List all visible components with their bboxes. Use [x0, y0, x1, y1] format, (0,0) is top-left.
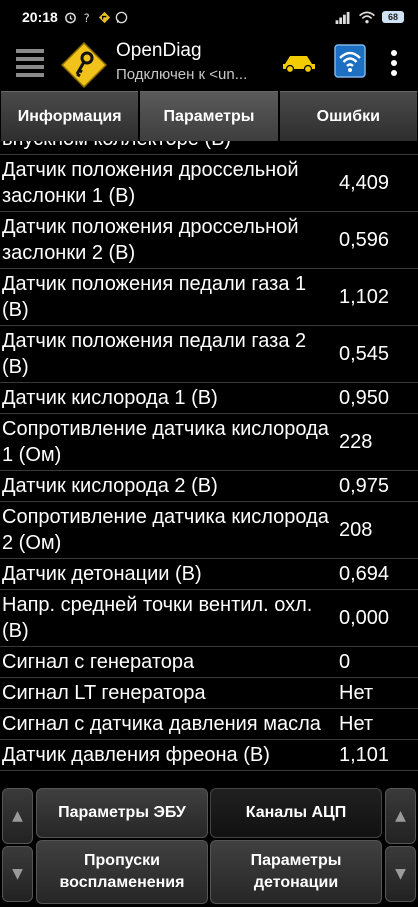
parameter-label: Напр. средней точки вентил. охл. (В) [2, 594, 313, 642]
misfires-button[interactable]: Пропуски воспламенения [36, 840, 208, 904]
parameter-value: 0,596 [339, 228, 390, 251]
list-item: Датчик положения педали газа 2 (В) 0,545 [0, 326, 418, 383]
action-bar: OpenDiag Подключен к <un... [0, 34, 418, 91]
list-item: Сопротивление датчика кислорода 2 (Ом) 20… [0, 502, 418, 559]
hamburger-menu-icon[interactable] [16, 47, 44, 77]
signal-icon [335, 11, 350, 24]
parameter-value: 228 [339, 430, 373, 453]
parameter-label: Сигнал с датчика давления масла [2, 713, 321, 735]
status-bar: 20:18 ? 68 [0, 0, 418, 34]
wifi-connection-icon[interactable] [334, 44, 366, 78]
list-item: Датчик положения дроссельной заслонки 2 … [0, 212, 418, 269]
list-item: Датчик детонации (В) 0,694 [0, 559, 418, 590]
svg-text:?: ? [84, 12, 90, 24]
scroll-down-arrow-icon[interactable]: ▼ [2, 846, 33, 902]
parameter-label: Датчик детонации (В) [2, 563, 202, 585]
parameter-value: 0 [339, 650, 351, 673]
parameter-label: впускном коллекторе (В) [0, 141, 332, 152]
alarm-icon [64, 12, 76, 23]
parameter-value: 0,545 [339, 342, 390, 365]
scroll-down-arrow-right-icon[interactable]: ▼ [385, 846, 416, 902]
app-title: OpenDiag [116, 40, 202, 61]
parameter-value: 0,975 [339, 474, 390, 497]
parameter-label: Датчик положения педали газа 2 (В) [2, 330, 307, 378]
parameter-list[interactable]: впускном коллекторе (В) Датчик положения… [0, 141, 418, 784]
list-item: Датчик положения педали газа 1 (В) 1,102 [0, 269, 418, 326]
parameter-value: 1,101 [339, 743, 390, 766]
list-item: впускном коллекторе (В) [0, 141, 418, 155]
car-icon[interactable] [281, 52, 317, 74]
tab-bar: Информация Параметры Ошибки [0, 91, 418, 141]
app-logo-icon [60, 41, 108, 89]
question-icon: ? [84, 12, 90, 24]
parameter-value: 208 [339, 518, 373, 541]
list-item: Сигнал с генератора 0 [0, 647, 418, 678]
bottom-panel: ▲ Параметры ЭБУ Каналы АЦП ▲ ▼ Пропуски … [0, 784, 418, 907]
scroll-up-arrow-right-icon[interactable]: ▲ [385, 788, 416, 844]
status-time: 20:18 [22, 9, 58, 25]
list-item: Датчик давления фреона (В) 1,101 [0, 740, 418, 771]
overflow-menu-icon[interactable] [390, 49, 398, 77]
connection-status: Подключен к <un... [116, 66, 248, 83]
parameter-label: Сигнал LT генератора [2, 682, 206, 704]
parameter-label: Датчик положения дроссельной заслонки 1 … [2, 159, 299, 207]
parameter-label: Датчик положения дроссельной заслонки 2 … [2, 216, 299, 264]
list-item: Напр. средней точки вентил. охл. (В) 0,00… [0, 590, 418, 647]
direction-icon [98, 11, 110, 23]
list-item: Датчик кислорода 1 (В) 0,950 [0, 383, 418, 414]
list-item: Датчик положения дроссельной заслонки 1 … [0, 155, 418, 212]
parameter-value: Нет [339, 712, 374, 735]
list-item: Сигнал LT генератора Нет [0, 678, 418, 709]
parameter-label: Датчик давления фреона (В) [2, 744, 270, 766]
tab-parameters[interactable]: Параметры [140, 91, 278, 141]
ecu-parameters-button[interactable]: Параметры ЭБУ [36, 788, 208, 838]
tab-information[interactable]: Информация [1, 91, 139, 141]
wifi-status-icon [359, 11, 375, 23]
knock-parameters-button[interactable]: Параметры детонации [210, 840, 382, 904]
parameter-value: 0,950 [339, 386, 390, 409]
whatsapp-icon [115, 11, 128, 23]
adc-channels-button[interactable]: Каналы АЦП [210, 788, 382, 838]
parameter-label: Датчик положения педали газа 1 (В) [2, 273, 307, 321]
parameter-value: 4,409 [339, 171, 390, 194]
tab-errors[interactable]: Ошибки [279, 91, 417, 141]
parameter-label: Датчик кислорода 1 (В) [2, 387, 218, 409]
scroll-up-arrow-icon[interactable]: ▲ [2, 788, 33, 844]
parameter-value: 1,102 [339, 285, 390, 308]
parameter-value: 0,694 [339, 562, 390, 585]
parameter-label: Датчик кислорода 2 (В) [2, 475, 218, 497]
list-item: Сигнал с датчика давления масла Нет [0, 709, 418, 740]
battery-icon: 68 [382, 11, 404, 23]
parameter-value: Нет [339, 681, 374, 704]
parameter-label: Сигнал с генератора [2, 651, 195, 673]
parameter-label: Сопротивление датчика кислорода 2 (Ом) [2, 506, 329, 554]
parameter-value: 0,000 [339, 606, 390, 629]
list-item: Датчик кислорода 2 (В) 0,975 [0, 471, 418, 502]
list-item: Сопротивление датчика кислорода 1 (Ом) 22… [0, 414, 418, 471]
parameter-label: Сопротивление датчика кислорода 1 (Ом) [2, 418, 329, 466]
